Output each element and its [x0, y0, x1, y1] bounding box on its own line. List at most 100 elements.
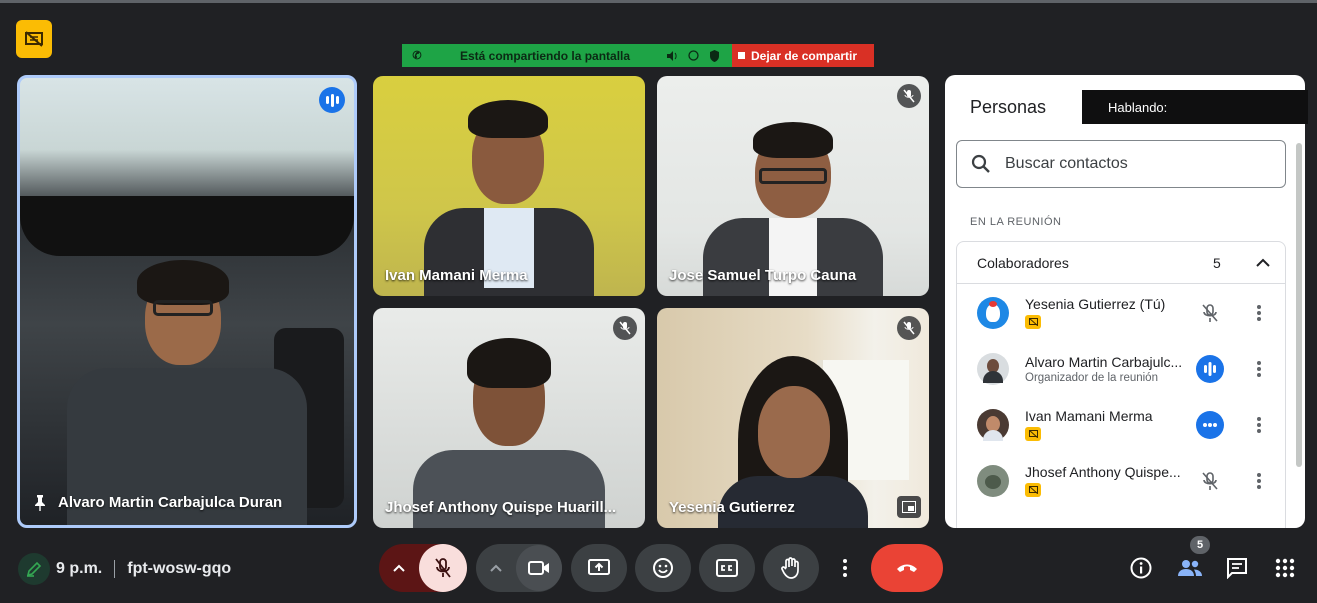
end-call-button[interactable] — [871, 544, 943, 592]
microphone-control — [379, 544, 467, 592]
list-item[interactable]: Alvaro Martin Carbajulc... Organizador d… — [957, 341, 1287, 397]
group-label: Colaboradores — [977, 254, 1069, 271]
list-item[interactable]: Ivan Mamani Merma — [957, 397, 1287, 453]
camera-options-button[interactable] — [476, 564, 516, 572]
screen-share-bar: ✆ Está compartiendo la pantalla Dejar de… — [402, 44, 874, 67]
video-tile[interactable]: Jose Samuel Turpo Cauna — [657, 76, 929, 296]
activities-button[interactable] — [1271, 554, 1299, 582]
avatar — [977, 465, 1009, 497]
people-icon — [1178, 560, 1202, 576]
participant-name: Ivan Mamani Merma — [385, 267, 528, 284]
avatar — [977, 409, 1009, 441]
section-label: EN LA REUNIÓN — [970, 216, 1062, 228]
chat-icon — [1227, 558, 1247, 579]
shield-icon — [710, 49, 719, 62]
speaking-indicator-icon — [1196, 355, 1224, 383]
meeting-code: fpt-wosw-gqo — [127, 560, 232, 577]
mic-options-button[interactable] — [379, 564, 419, 572]
video-camera-icon — [528, 561, 549, 575]
mic-toggle-button[interactable] — [419, 544, 467, 592]
reactions-button[interactable] — [635, 544, 691, 592]
hang-up-icon — [897, 564, 917, 572]
audio-dots-icon — [1196, 411, 1224, 439]
presenting-icon — [1025, 314, 1041, 329]
video-tile[interactable]: Jhosef Anthony Quispe Huarill... — [373, 308, 645, 528]
participant-name: Yesenia Gutierrez (Tú) — [1025, 295, 1166, 312]
pin-icon — [35, 494, 45, 511]
group-header[interactable]: Colaboradores 5 — [957, 242, 1285, 284]
muted-icon — [613, 316, 637, 340]
chevron-up-icon[interactable] — [1241, 258, 1285, 267]
mic-off-icon — [435, 558, 451, 578]
presenting-icon — [1025, 482, 1041, 497]
share-status: ✆ Está compartiendo la pantalla — [402, 44, 732, 67]
participant-name: Alvaro Martin Carbajulca Duran — [34, 494, 282, 511]
collaborators-group: Colaboradores 5 Yesenia Gutierrez (Tú) A… — [956, 241, 1286, 528]
apps-grid-icon — [1275, 558, 1295, 578]
speaking-indicator-icon — [319, 87, 345, 113]
participant-name: Yesenia Gutierrez — [669, 499, 795, 516]
window-top-border — [0, 0, 1317, 3]
participant-list: Yesenia Gutierrez (Tú) Alvaro Martin Car… — [957, 285, 1287, 509]
video-tile[interactable]: Yesenia Gutierrez — [657, 308, 929, 528]
panel-title: Personas — [970, 97, 1047, 117]
share-status-text: Está compartiendo la pantalla — [460, 48, 631, 63]
contacts-search[interactable] — [956, 140, 1286, 188]
captions-button[interactable] — [699, 544, 755, 592]
meeting-details-button[interactable] — [1127, 554, 1155, 582]
more-options-icon[interactable] — [1247, 357, 1271, 381]
people-button[interactable] — [1176, 554, 1204, 582]
people-count-badge: 5 — [1190, 536, 1210, 554]
car-interior — [20, 196, 354, 256]
camera-toggle-button[interactable] — [516, 545, 562, 591]
participant-name: Jhosef Anthony Quispe... — [1025, 463, 1181, 480]
stop-sharing-label: Dejar de compartir — [751, 48, 858, 63]
mic-off-icon[interactable] — [1196, 299, 1224, 327]
raise-hand-button[interactable] — [763, 544, 819, 592]
group-count: 5 — [1213, 254, 1221, 271]
search-icon — [957, 154, 1005, 174]
closed-captions-icon — [716, 559, 738, 577]
stop-sharing-button[interactable]: Dejar de compartir — [732, 44, 874, 67]
muted-icon — [897, 316, 921, 340]
more-options-icon[interactable] — [1247, 301, 1271, 325]
panel-scrollbar[interactable] — [1296, 143, 1302, 467]
more-vert-icon — [843, 559, 847, 577]
avatar — [977, 353, 1009, 385]
present-screen-button[interactable] — [571, 544, 627, 592]
pencil-icon[interactable] — [18, 553, 50, 585]
speaker-icon — [667, 50, 677, 61]
hand-icon — [781, 557, 799, 579]
people-panel: Personas EN LA REUNIÓN Colaboradores 5 Y — [945, 75, 1305, 528]
chat-button[interactable] — [1223, 554, 1251, 582]
video-tile[interactable]: Ivan Mamani Merma — [373, 76, 645, 296]
divider — [114, 560, 116, 578]
meeting-time: 9 p.m. — [56, 560, 103, 577]
list-item[interactable]: Jhosef Anthony Quispe... — [957, 453, 1287, 509]
picture-in-picture-icon[interactable] — [897, 496, 921, 518]
emoji-icon — [653, 558, 673, 578]
search-input[interactable] — [1005, 155, 1265, 173]
participant-role: Organizador de la reunión — [1025, 372, 1158, 384]
more-options-button[interactable] — [827, 544, 863, 592]
mic-off-icon[interactable] — [1196, 467, 1224, 495]
camera-control — [476, 544, 562, 592]
circle-icon — [688, 50, 699, 61]
more-options-icon[interactable] — [1247, 469, 1271, 493]
presentation-status-icon[interactable] — [16, 20, 52, 58]
presenting-icon — [1025, 426, 1041, 441]
participant-name: Jhosef Anthony Quispe Huarill... — [385, 499, 617, 516]
participant-name: Alvaro Martin Carbajulc... — [1025, 354, 1183, 370]
participant-video — [57, 258, 317, 525]
present-screen-icon — [588, 559, 610, 575]
video-tile-pinned[interactable]: Alvaro Martin Carbajulca Duran — [17, 75, 357, 528]
list-item[interactable]: Yesenia Gutierrez (Tú) — [957, 285, 1287, 341]
more-options-icon[interactable] — [1247, 413, 1271, 437]
stop-icon — [738, 52, 745, 59]
muted-icon — [897, 84, 921, 108]
speaking-tooltip: Hablando: — [1082, 90, 1308, 124]
meeting-info: 9 p.m. fpt-wosw-gqo — [18, 553, 231, 585]
participant-name: Jose Samuel Turpo Cauna — [669, 267, 857, 284]
avatar — [977, 297, 1009, 329]
participant-name: Ivan Mamani Merma — [1025, 407, 1153, 424]
